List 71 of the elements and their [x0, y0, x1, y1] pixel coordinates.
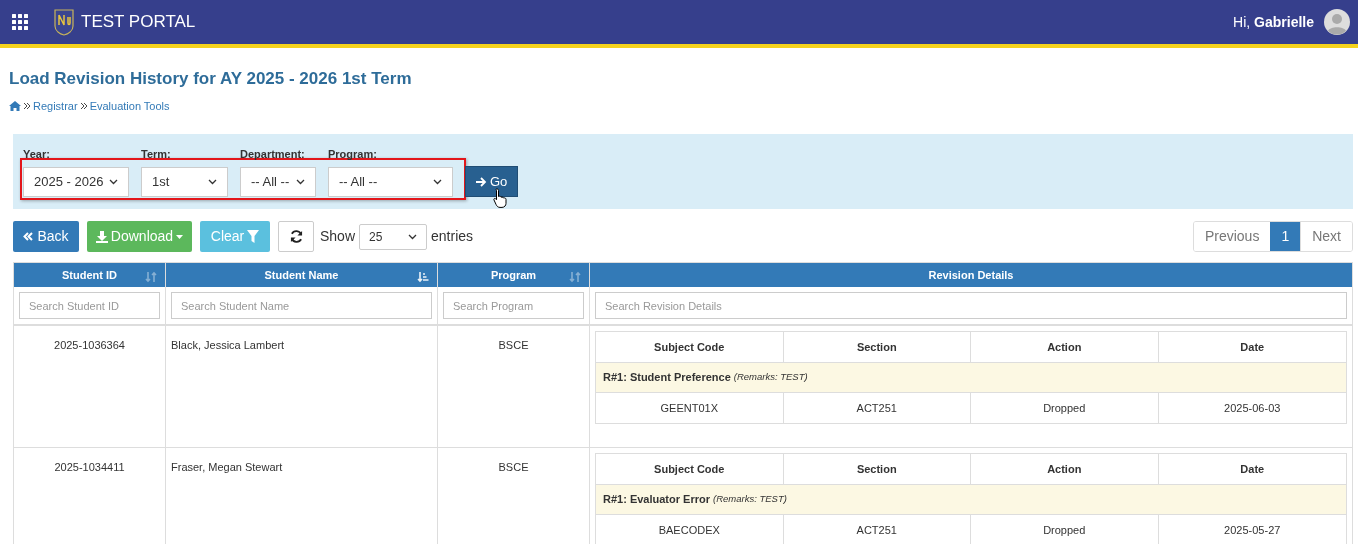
program-cell: BSCE: [498, 461, 529, 473]
search-field[interactable]: Search Revision Details: [595, 292, 1347, 319]
caret-icon: [176, 234, 184, 239]
detail-cell-text: 2025-05-27: [1224, 522, 1281, 538]
revision-reason: R#1: Evaluator Error: [603, 492, 710, 508]
page-button[interactable]: 1: [1270, 222, 1301, 251]
entries-label: entries: [431, 227, 474, 246]
sort-icon: [145, 271, 157, 283]
next-button[interactable]: Next: [1300, 222, 1352, 251]
filter-label: Term:: [141, 146, 172, 162]
search-field[interactable]: Search Student ID: [19, 292, 160, 319]
revision-reason: R#1: Student Preference: [603, 370, 731, 386]
detail-header: Date: [1239, 339, 1266, 355]
student-name-cell: Fraser, Megan Stewart: [171, 461, 283, 473]
detail-cell-text: GEENT01X: [660, 400, 718, 416]
show-label: Show: [320, 227, 356, 246]
separator-icon: [80, 102, 87, 109]
chevron-down-icon: [408, 233, 418, 240]
column-header[interactable]: Program: [438, 263, 590, 287]
filter-label: Department:: [240, 146, 306, 162]
chevron-down-icon: [109, 179, 118, 185]
chevron-down-icon: [433, 179, 442, 185]
column-header[interactable]: Revision Details: [590, 263, 1352, 287]
detail-cell-text: Dropped: [1043, 400, 1086, 416]
page-title: Load Revision History for AY 2025 - 2026 1st Term: [9, 68, 413, 90]
search-field[interactable]: Search Program: [443, 292, 584, 319]
detail-cell-text: 2025-06-03: [1224, 400, 1281, 416]
arrow-right-icon: [476, 176, 487, 187]
filter-select[interactable]: -- All --: [328, 167, 453, 197]
student-id-cell: 2025-1034411: [54, 461, 125, 473]
sort-ascending-icon: [417, 271, 429, 283]
filter-label: Year:: [23, 146, 51, 162]
detail-cell-text: ACT251: [856, 400, 897, 416]
detail-cell-text: BAECODEX: [658, 522, 720, 538]
student-id-cell: 2025-1036364: [54, 339, 125, 351]
refresh-button[interactable]: [278, 221, 314, 252]
breadcrumb-link[interactable]: Evaluation Tools: [89, 97, 170, 114]
chevron-down-icon: [296, 179, 305, 185]
app-title: TEST PORTAL: [81, 11, 196, 34]
avatar-icon[interactable]: [1324, 9, 1350, 35]
revision-remarks: (Remarks: TEST): [713, 492, 787, 507]
go-button[interactable]: Go: [465, 166, 519, 197]
sort-icon: [569, 271, 581, 283]
pointer-cursor-icon: [493, 188, 507, 208]
home-icon[interactable]: [9, 100, 21, 111]
search-field[interactable]: Search Student Name: [171, 292, 432, 319]
filter-label: Program:: [328, 146, 378, 162]
revision-remarks: (Remarks: TEST): [733, 370, 808, 385]
filter-select[interactable]: 2025 - 2026: [23, 167, 129, 197]
filter-select[interactable]: -- All --: [240, 167, 316, 197]
chevron-down-icon: [208, 179, 217, 185]
detail-cell-text: ACT251: [856, 522, 897, 538]
breadcrumb-link[interactable]: Registrar: [33, 97, 78, 114]
refresh-icon: [289, 230, 303, 243]
double-chevron-left-icon: [23, 232, 34, 241]
entries-select[interactable]: 25: [359, 223, 428, 250]
download-icon: [95, 230, 108, 243]
download-button[interactable]: Download: [87, 221, 192, 252]
logo-icon: [53, 8, 75, 36]
separator-icon: [24, 102, 30, 109]
greeting: Hi, Gabrielle: [1233, 12, 1314, 32]
detail-header: Date: [1239, 461, 1266, 477]
filter-icon: [247, 230, 260, 243]
column-header[interactable]: Student ID: [14, 263, 166, 287]
apps-grid-icon[interactable]: [12, 14, 28, 30]
column-header[interactable]: Student Name: [166, 263, 438, 287]
program-cell: BSCE: [498, 339, 529, 351]
back-button[interactable]: Back: [13, 221, 79, 252]
student-name-cell: Black, Jessica Lambert: [171, 339, 285, 351]
filter-select[interactable]: 1st: [141, 167, 228, 197]
detail-cell-text: Dropped: [1043, 522, 1086, 538]
